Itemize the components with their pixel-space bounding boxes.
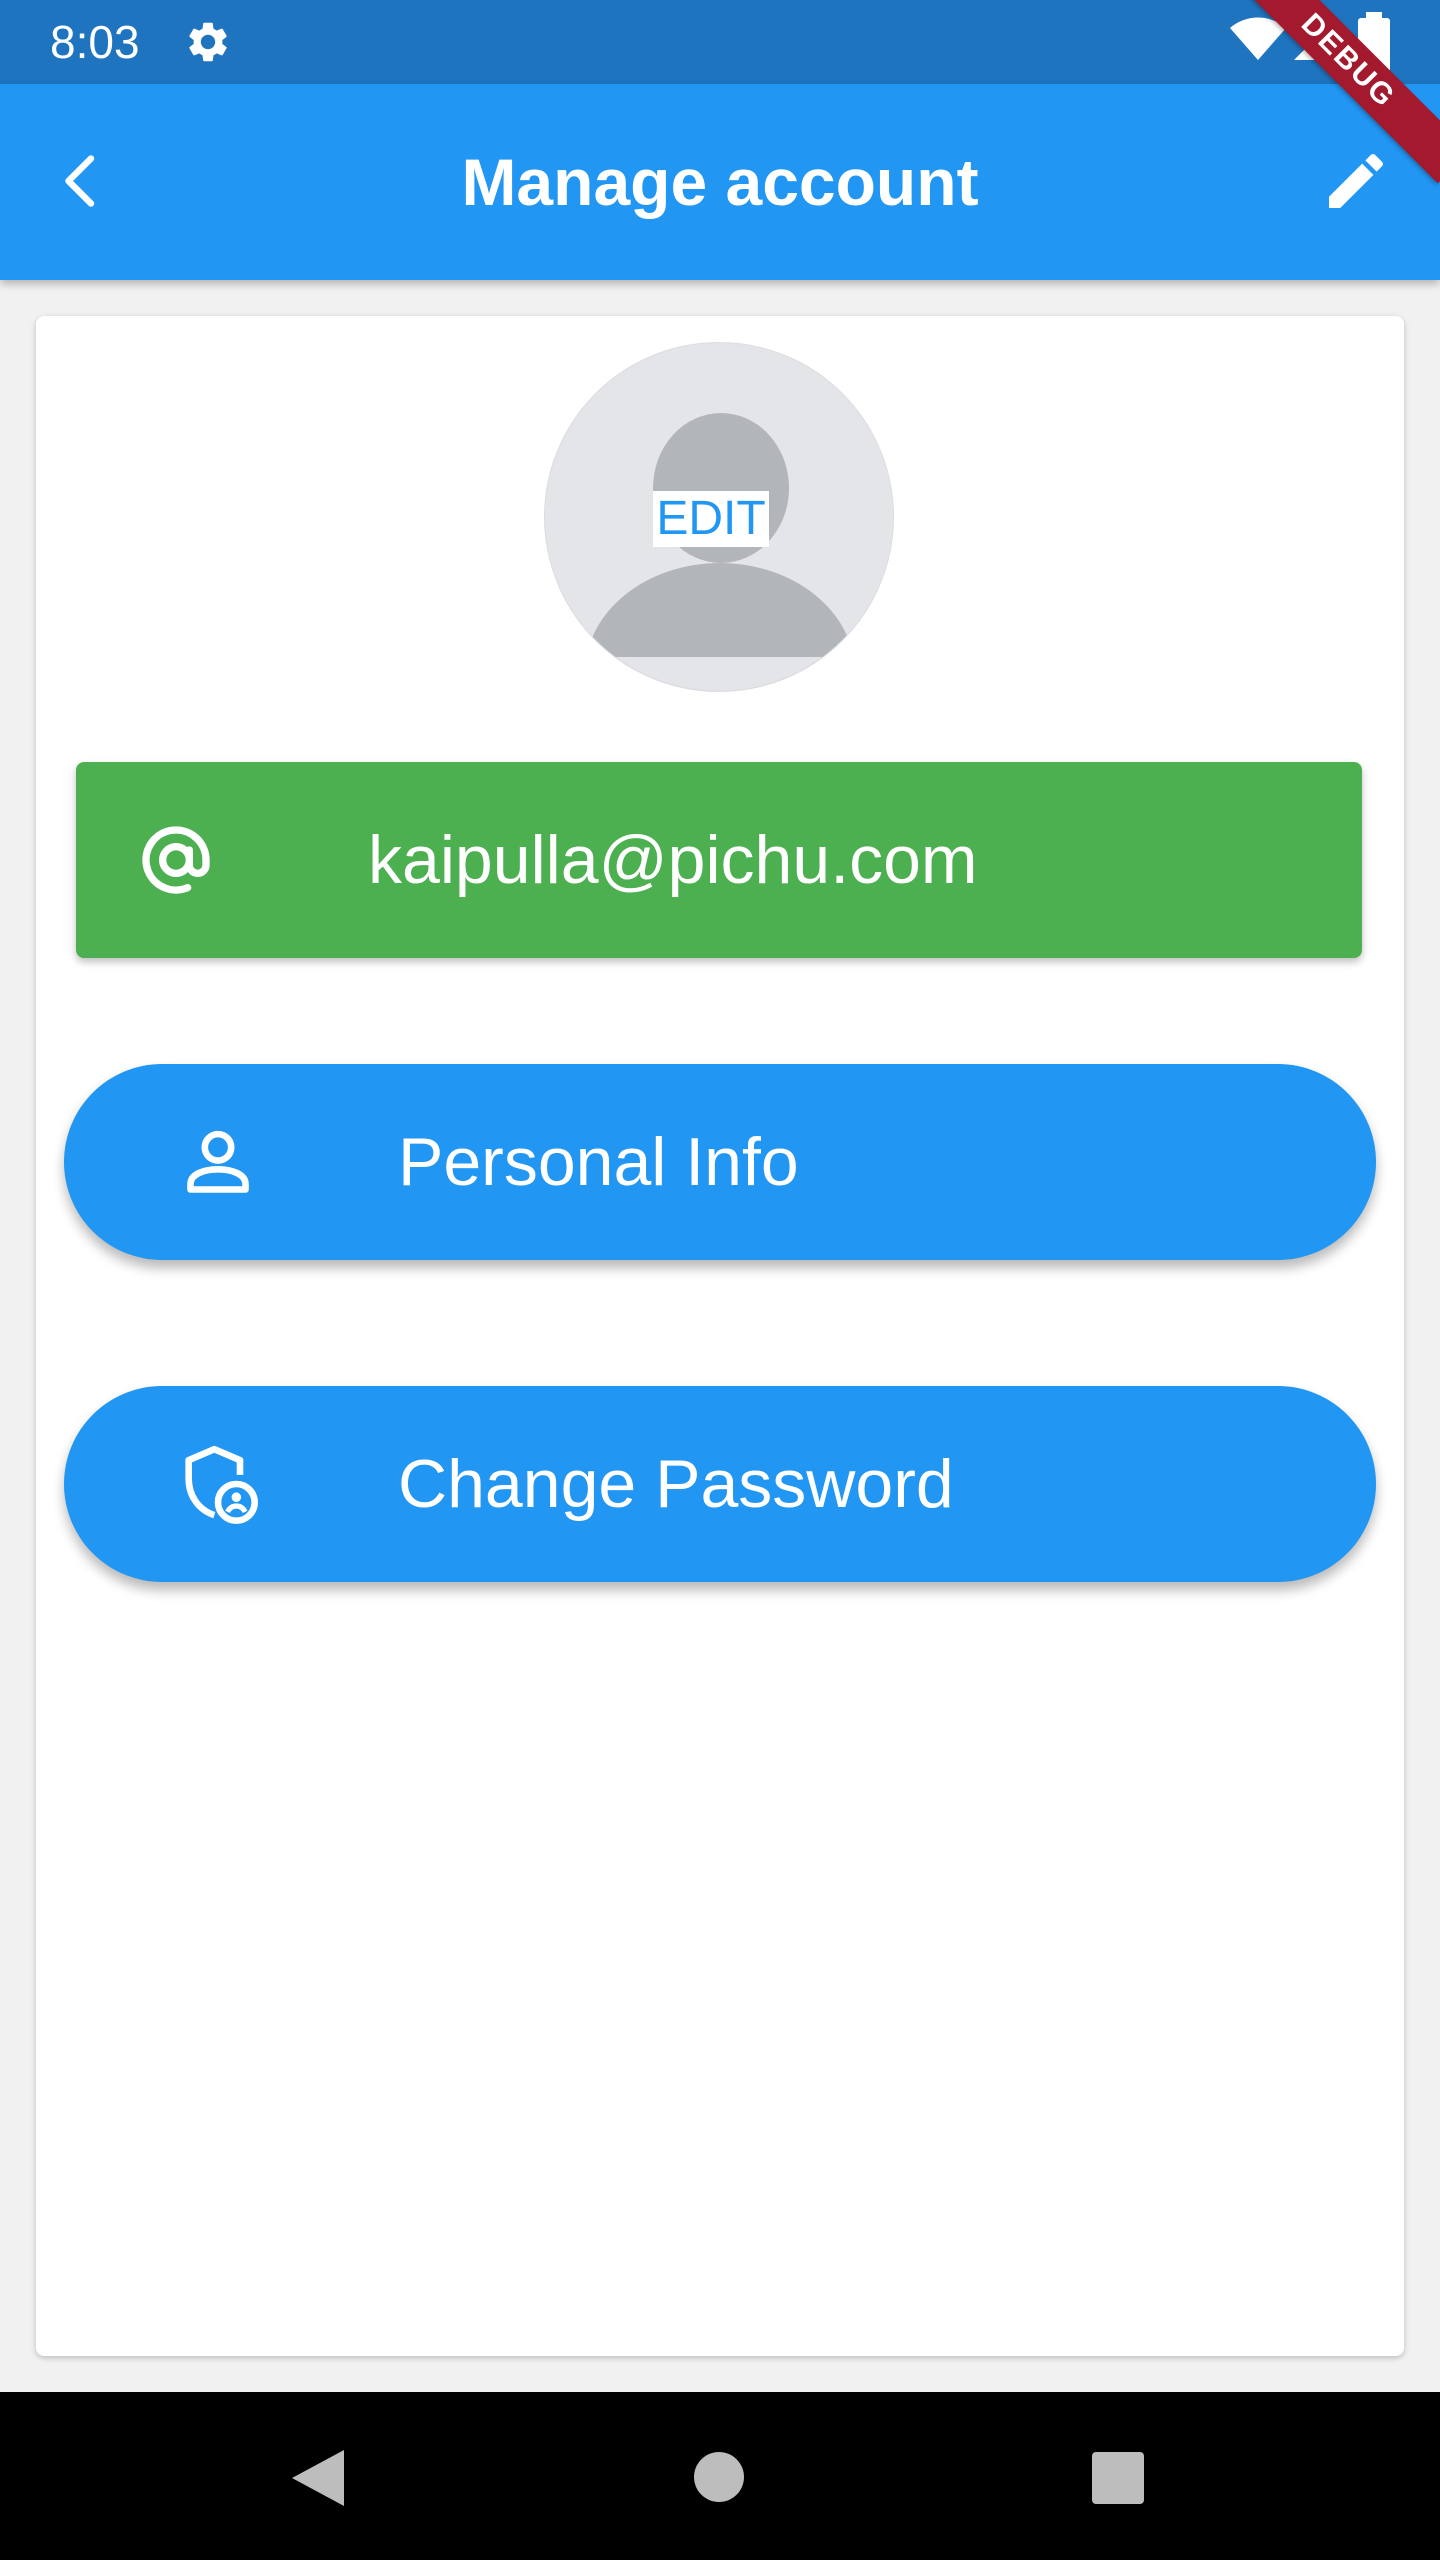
- chevron-left-icon: [65, 155, 95, 207]
- navigation-bar: [0, 2392, 1440, 2560]
- avatar[interactable]: EDIT: [544, 342, 894, 692]
- email-row: kaipulla@pichu.com: [76, 762, 1362, 958]
- change-password-label: Change Password: [398, 1446, 954, 1522]
- back-button[interactable]: [36, 136, 126, 226]
- at-sign-icon: [142, 826, 210, 894]
- person-icon: [187, 1130, 249, 1193]
- email-value: kaipulla@pichu.com: [368, 822, 978, 898]
- pencil-icon: [1329, 153, 1384, 208]
- personal-info-label: Personal Info: [398, 1124, 799, 1200]
- page-title: Manage account: [461, 145, 979, 219]
- recents-square-icon[interactable]: [1092, 2452, 1144, 2504]
- settings-icon: [189, 22, 227, 62]
- home-circle-icon[interactable]: [694, 2452, 744, 2502]
- back-triangle-icon[interactable]: [288, 2446, 348, 2510]
- shield-user-icon: [185, 1445, 258, 1524]
- edit-button[interactable]: [1308, 136, 1404, 226]
- status-time: 8:03: [50, 16, 140, 68]
- avatar-edit-button[interactable]: EDIT: [653, 491, 769, 547]
- change-password-button[interactable]: Change Password: [64, 1386, 1376, 1582]
- avatar-base: [545, 657, 893, 691]
- app-bar: Manage account: [0, 84, 1440, 280]
- status-bar: 8:03: [0, 0, 1440, 84]
- account-card: EDIT kaipulla@pichu.com Personal Info Ch…: [36, 316, 1404, 2356]
- personal-info-button[interactable]: Personal Info: [64, 1064, 1376, 1260]
